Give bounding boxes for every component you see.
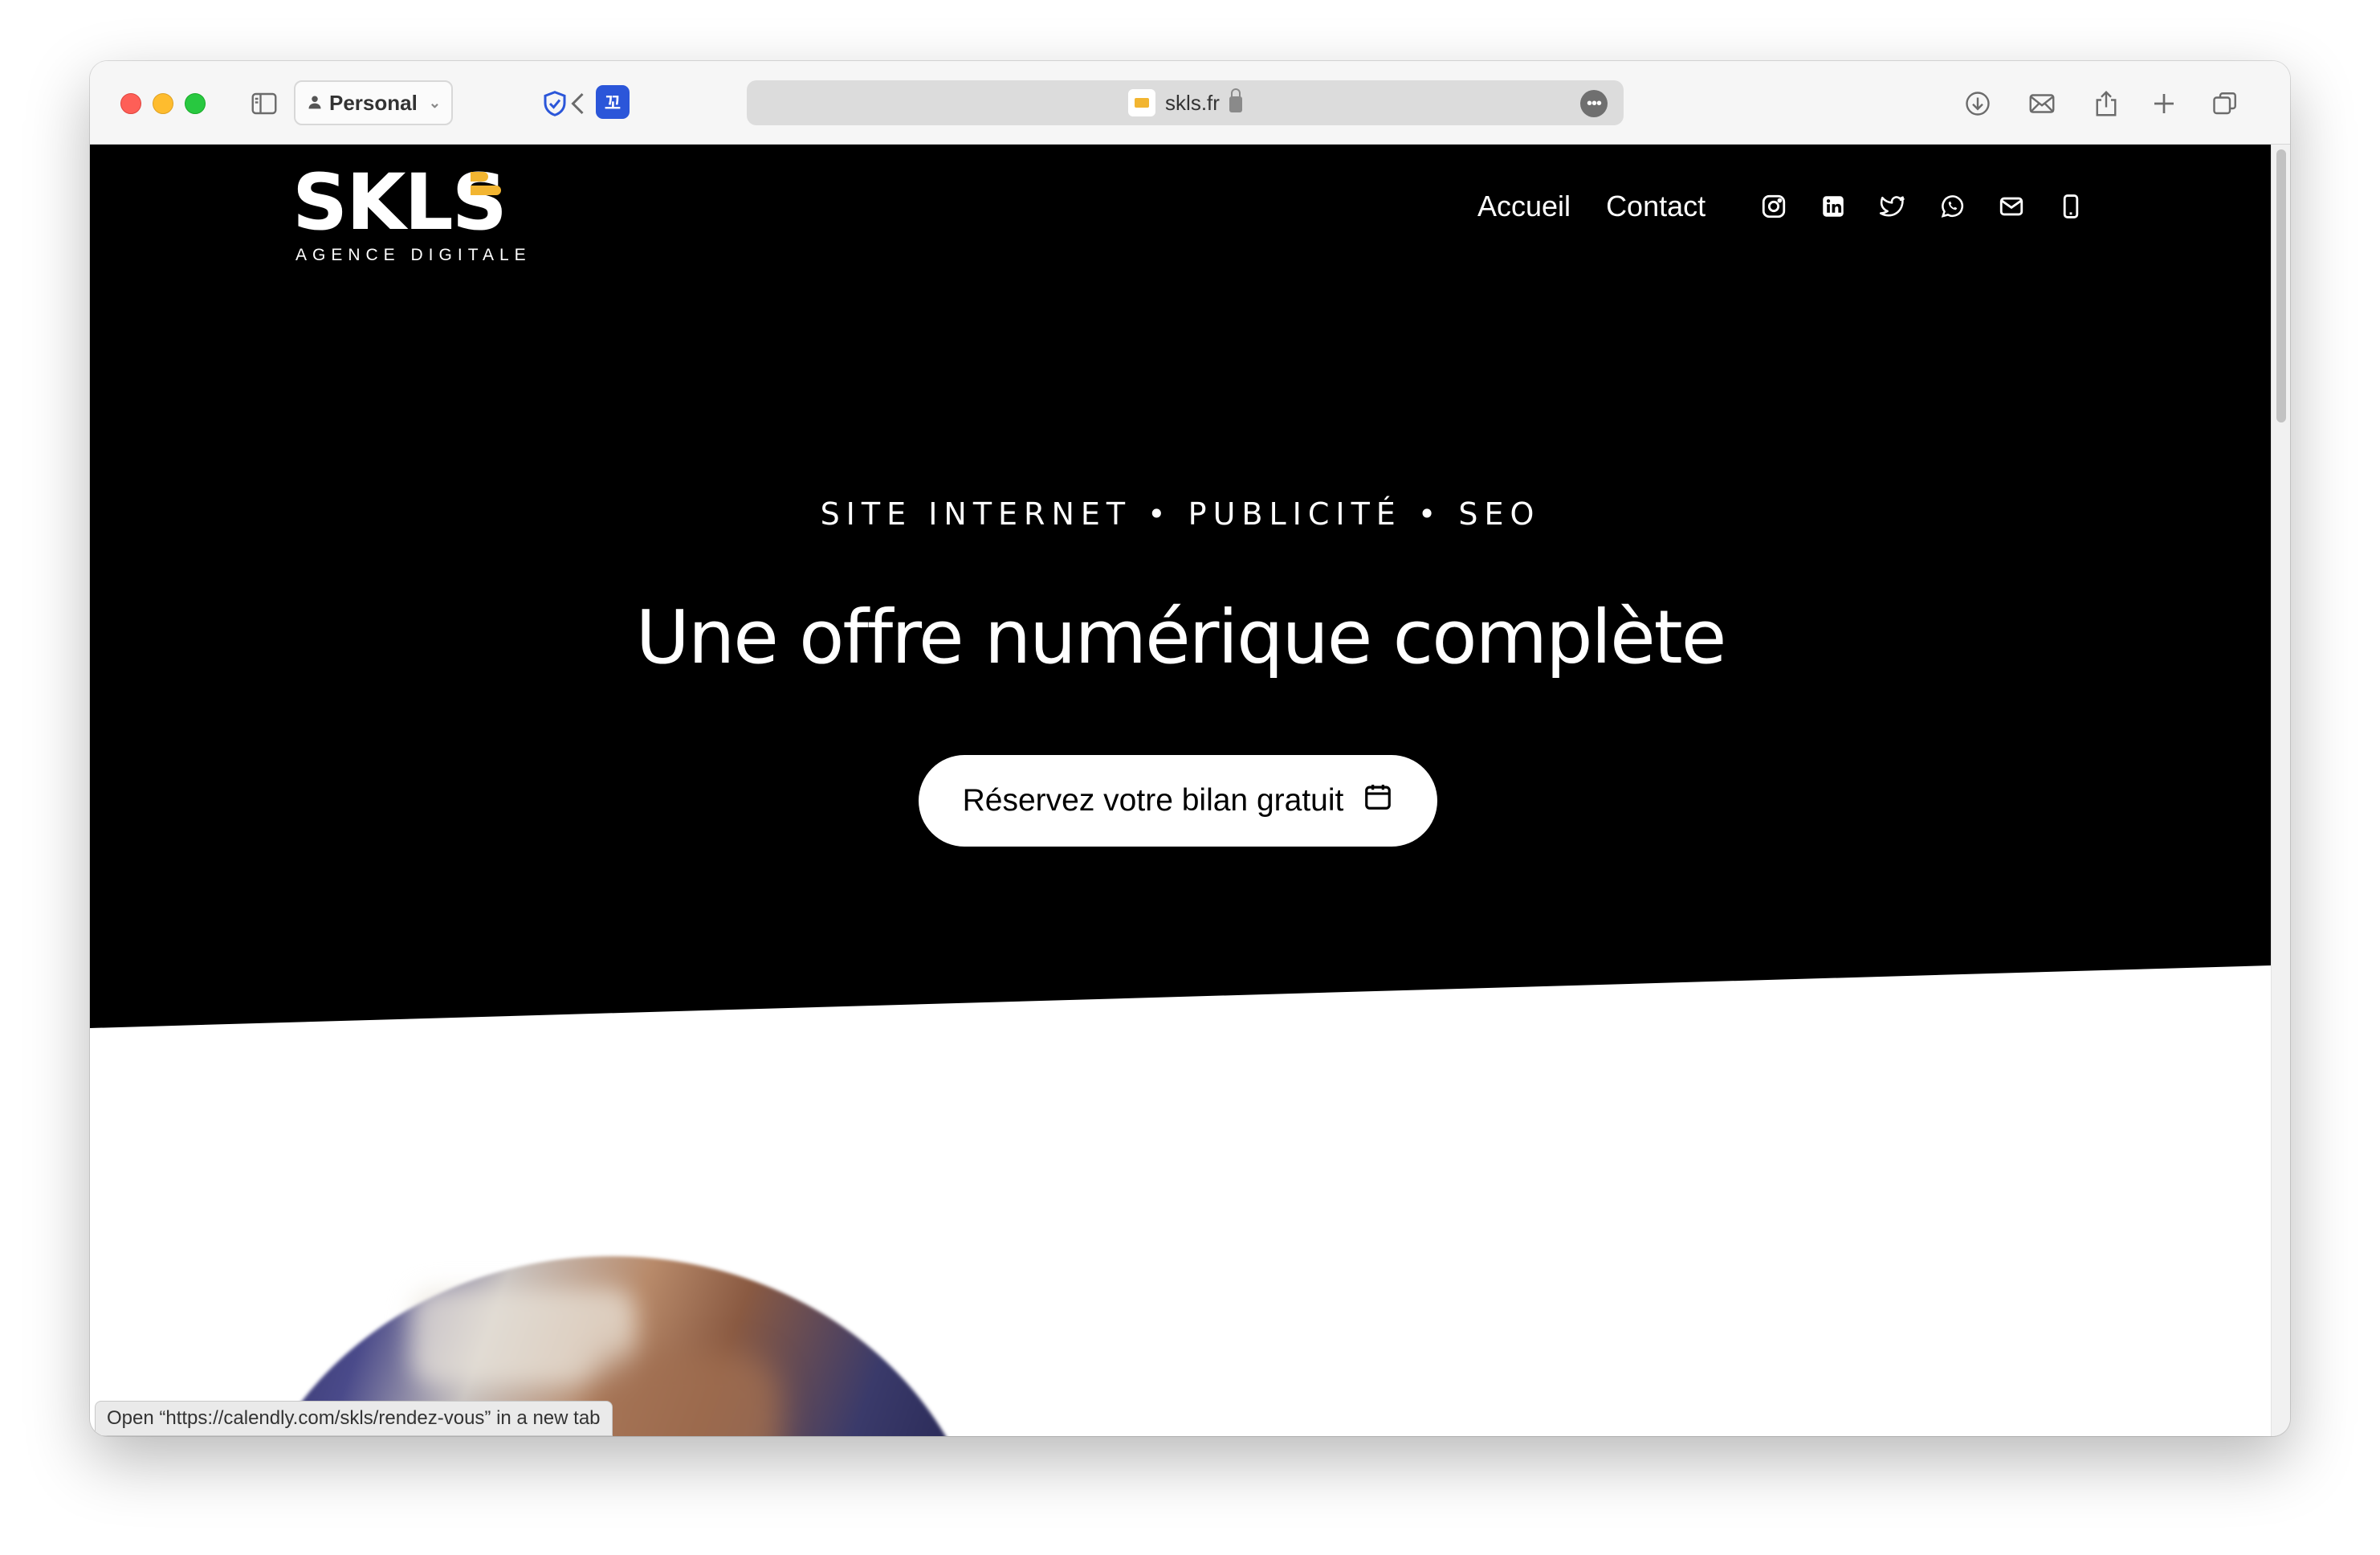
book-free-audit-button[interactable]: Réservez votre bilan gratuit — [919, 755, 1437, 847]
more-options-icon[interactable]: ••• — [1580, 90, 1608, 117]
profile-label: Personal — [329, 90, 418, 115]
close-window-button[interactable] — [120, 93, 141, 114]
tabs-icon[interactable] — [2207, 85, 2243, 122]
nav-item-contact[interactable]: Contact — [1606, 190, 1706, 223]
whatsapp-icon[interactable] — [1938, 193, 1966, 220]
logo-subtitle: AGENCE DIGITALE — [295, 246, 532, 264]
main-nav: Accueil Contact — [1477, 190, 1706, 223]
social-links — [1760, 193, 2085, 220]
zoom-window-button[interactable] — [185, 93, 206, 114]
lock-icon — [1229, 88, 1242, 112]
sidebar-icon[interactable] — [246, 85, 283, 122]
person-icon — [307, 91, 323, 116]
minimize-window-button[interactable] — [153, 93, 173, 114]
chevron-down-icon: ⌄ — [428, 94, 441, 111]
shield-icon[interactable] — [536, 85, 573, 122]
logo-mark-icon — [471, 172, 501, 198]
hero-headline: Une offre numérique complète — [635, 594, 1727, 680]
cta-label: Réservez votre bilan gratuit — [962, 783, 1344, 818]
hero-section — [90, 145, 2271, 1028]
phone-icon[interactable] — [2057, 193, 2085, 220]
instagram-icon[interactable] — [1760, 193, 1787, 220]
browser-toolbar: Personal ⌄ 꼬 skls.fr ••• — [90, 61, 2290, 145]
profile-button[interactable]: Personal ⌄ — [294, 80, 453, 125]
extension-icon[interactable]: 꼬 — [596, 85, 630, 119]
site-logo[interactable]: SKLS AGENCE DIGITALE — [292, 164, 532, 265]
mail-icon[interactable] — [2023, 85, 2060, 122]
calendar-icon — [1363, 782, 1393, 820]
plus-icon[interactable] — [2146, 85, 2182, 122]
web-page: SKLS AGENCE DIGITALE Accueil Contact SIT… — [90, 145, 2271, 1436]
page-scrollbar[interactable] — [2271, 145, 2290, 1436]
scrollbar-thumb[interactable] — [2276, 149, 2286, 422]
site-favicon-icon — [1128, 89, 1156, 116]
browser-window: Personal ⌄ 꼬 skls.fr ••• SKLS AGENCE DIG… — [90, 61, 2290, 1436]
linkedin-icon[interactable] — [1820, 193, 1847, 220]
url-text: skls.fr — [1165, 90, 1220, 115]
twitter-icon[interactable] — [1879, 193, 1906, 220]
email-icon[interactable] — [1998, 193, 2025, 220]
link-status-bar: Open “https://calendly.com/skls/rendez-v… — [95, 1401, 613, 1436]
address-bar[interactable]: skls.fr ••• — [747, 80, 1624, 125]
hero-tagline: SITE INTERNET • PUBLICITÉ • SEO — [820, 496, 1541, 532]
nav-item-accueil[interactable]: Accueil — [1477, 190, 1571, 223]
share-icon[interactable] — [2088, 85, 2125, 122]
download-icon[interactable] — [1959, 85, 1996, 122]
